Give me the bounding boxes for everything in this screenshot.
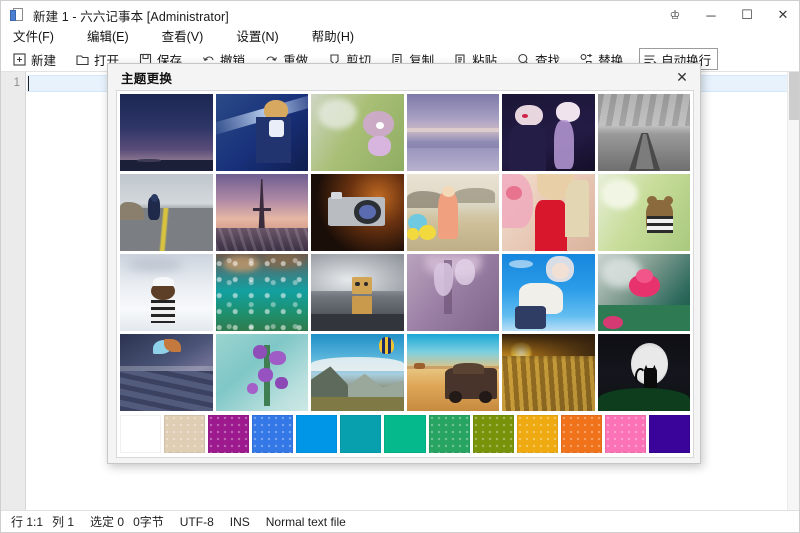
new-file-icon <box>12 52 27 67</box>
theme-thumbnail-black-cat-moon[interactable] <box>597 334 690 411</box>
menu-bar: 文件(F) 编辑(E) 查看(V) 设置(N) 帮助(H) <box>1 24 799 47</box>
line-number: 1 <box>13 77 20 89</box>
theme-thumbnail-rusty-car-desert[interactable] <box>406 334 499 411</box>
status-bar: 行 1:1 列 1 选定 0 0字节 UTF-8 INS Normal text… <box>1 510 799 532</box>
theme-thumbnail-figurine-on-snow[interactable] <box>120 254 213 331</box>
theme-thumbnail-lavender-blossom-green[interactable] <box>311 94 404 171</box>
theme-thumbnail-grid <box>120 94 690 411</box>
status-file-type: Normal text file <box>265 514 346 529</box>
status-encoding: UTF-8 <box>179 514 214 529</box>
theme-thumbnail-dark-anime-duo[interactable] <box>502 94 595 171</box>
color-swatch-orange[interactable] <box>560 415 602 453</box>
vertical-scrollbar[interactable] <box>787 72 799 513</box>
menu-view[interactable]: 查看(V) <box>157 24 216 47</box>
toolbar-button-label: 新建 <box>31 53 57 68</box>
color-swatch-amber[interactable] <box>516 415 558 453</box>
dialog-header: 主题更换 ✕ <box>108 64 700 90</box>
line-number-gutter: 1 <box>1 72 26 513</box>
notepad-window: 新建 1 - 六六记事本 [Administrator] ♔ ─ ☐ ✕ 文件(… <box>0 0 800 533</box>
color-swatch-blue[interactable] <box>252 415 294 453</box>
color-swatch-azure[interactable] <box>296 415 338 453</box>
theme-thumbnail-dusk-sky-horizon[interactable] <box>120 94 213 171</box>
color-swatch-white[interactable] <box>120 415 162 453</box>
status-bytes: 0字节 <box>133 515 164 529</box>
status-insert-mode: INS <box>229 514 250 529</box>
color-palette <box>120 415 690 453</box>
theme-thumbnail-pink-flower-greens[interactable] <box>597 254 690 331</box>
theme-thumbnail-vintage-camera[interactable] <box>311 174 404 251</box>
theme-thumbnail-eiffel-tower-sunset[interactable] <box>215 174 308 251</box>
theme-thumbnail-anime-sword-knight[interactable] <box>215 94 308 171</box>
window-title: 新建 1 - 六六记事本 [Administrator] <box>33 9 229 24</box>
open-folder-icon <box>75 52 90 67</box>
toolbar-button-new-file[interactable]: 新建 <box>9 48 63 70</box>
color-swatch-olive[interactable] <box>472 415 514 453</box>
theme-thumbnail-hot-air-balloon-mountain[interactable] <box>311 334 404 411</box>
theme-thumbnail-butterfly-on-metal[interactable] <box>120 334 213 411</box>
menu-settings[interactable]: 设置(N) <box>231 24 290 47</box>
scrollbar-thumb[interactable] <box>789 72 799 120</box>
theme-thumbnail-purple-seashore[interactable] <box>406 94 499 171</box>
color-swatch-pink[interactable] <box>604 415 646 453</box>
theme-thumbnail-woman-red-dress-flowers[interactable] <box>502 174 595 251</box>
color-swatch-teal[interactable] <box>340 415 382 453</box>
app-icon <box>10 7 26 23</box>
theme-thumbnail-teal-water-bubbles[interactable] <box>215 254 308 331</box>
theme-thumbnail-golden-wheat-sunset[interactable] <box>502 334 595 411</box>
color-swatch-emerald[interactable] <box>384 415 426 453</box>
theme-thumbnail-motorcycle-highway[interactable] <box>120 174 213 251</box>
status-row-col: 行 1:1 <box>11 515 44 529</box>
status-selected: 选定 0 <box>90 515 125 529</box>
theme-thumbnail-danbo-cardboard-robot[interactable] <box>311 254 404 331</box>
color-swatch-magenta[interactable] <box>208 415 250 453</box>
dialog-body <box>116 90 694 458</box>
text-caret <box>28 76 29 91</box>
color-swatch-green[interactable] <box>428 415 470 453</box>
theme-thumbnail-purple-flowers-teal[interactable] <box>215 334 308 411</box>
theme-thumbnail-girl-with-balloons[interactable] <box>406 174 499 251</box>
color-swatch-indigo[interactable] <box>648 415 690 453</box>
theme-thumbnail-anime-girl-blue-sky[interactable] <box>502 254 595 331</box>
theme-thumbnail-wisteria-purple[interactable] <box>406 254 499 331</box>
theme-thumbnail-grayscale-pier[interactable] <box>597 94 690 171</box>
dialog-title: 主题更换 <box>121 71 173 86</box>
status-col: 列 1 <box>52 515 75 529</box>
theme-thumbnail-teddy-bear-garden[interactable] <box>597 174 690 251</box>
menu-file[interactable]: 文件(F) <box>8 24 66 47</box>
theme-change-dialog: 主题更换 ✕ <box>107 63 701 464</box>
color-swatch-tan[interactable] <box>164 415 206 453</box>
menu-edit[interactable]: 编辑(E) <box>82 24 141 47</box>
close-icon[interactable]: ✕ <box>672 67 692 87</box>
menu-help[interactable]: 帮助(H) <box>307 24 366 47</box>
